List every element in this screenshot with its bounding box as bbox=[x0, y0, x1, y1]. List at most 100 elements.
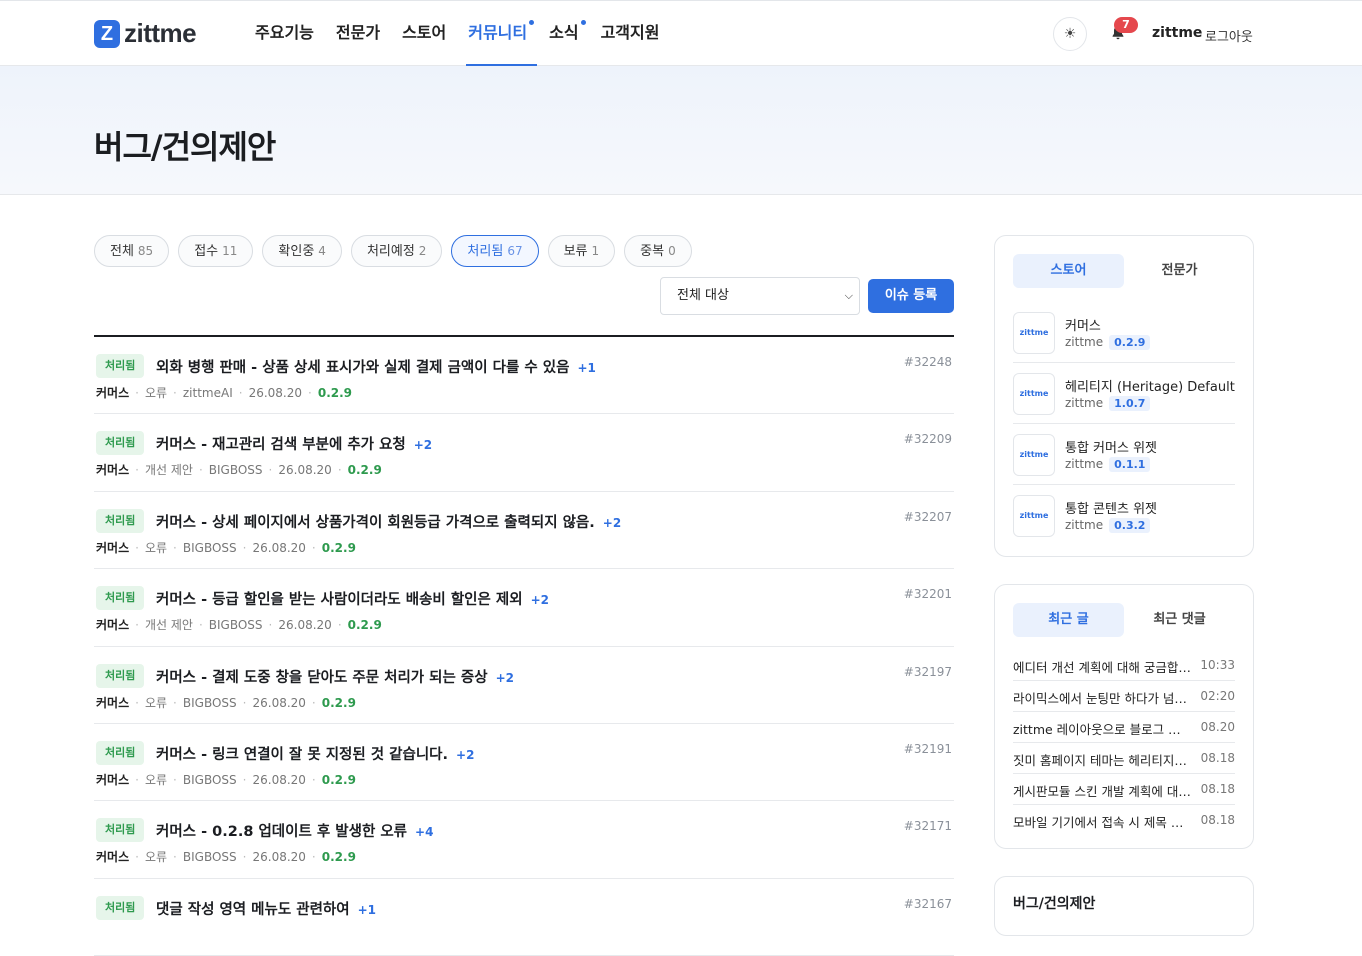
status-badge: 처리됨 bbox=[96, 895, 145, 920]
tab-store[interactable]: 스토어 bbox=[1013, 254, 1124, 288]
meta-separator: · bbox=[242, 772, 247, 787]
filter-count: 85 bbox=[137, 244, 154, 258]
nav-news[interactable]: 소식 bbox=[549, 1, 586, 66]
vote-count: +2 bbox=[495, 670, 514, 685]
issue-category: 커머스 bbox=[96, 618, 130, 633]
register-issue-button[interactable]: 이슈 등록 bbox=[868, 279, 954, 313]
nav-features[interactable]: 주요기능 bbox=[255, 1, 314, 66]
meta-separator: · bbox=[173, 540, 177, 555]
filter-label: 처리예정 bbox=[366, 244, 415, 259]
recent-post[interactable]: 짓미 홈페이지 테마는 헤리티지와 다른가요 08.18 bbox=[1013, 743, 1235, 774]
meta-separator: · bbox=[135, 695, 139, 710]
issue-row[interactable]: 처리됨 커머스 - 상세 페이지에서 상품가격이 회원등급 가격으로 출력되지 … bbox=[94, 492, 954, 570]
issue-meta: 커머스 · 개선 제안 · BIGBOSS · 26.08.20 · 0.2.9 bbox=[96, 461, 382, 478]
issue-title[interactable]: 외화 병행 판매 - 상품 상세 표시가와 실제 결제 금액이 다를 수 있음 +… bbox=[156, 356, 596, 377]
logout-link[interactable]: 로그아웃 bbox=[1205, 26, 1253, 45]
status-badge: 처리됨 bbox=[96, 740, 145, 765]
product-meta: zittme 0.1.1 bbox=[1065, 457, 1151, 472]
tab-experts[interactable]: 전문가 bbox=[1124, 254, 1235, 288]
logo[interactable]: Z zittme bbox=[94, 18, 197, 49]
product-item[interactable]: zittme 통합 콘텐츠 위젯 zittme 0.3.2 bbox=[1013, 485, 1235, 546]
page-title: 버그/건의제안 bbox=[94, 128, 276, 166]
meta-separator: · bbox=[173, 772, 177, 787]
product-item[interactable]: zittme 커머스 zittme 0.2.9 bbox=[1013, 302, 1235, 363]
recent-post-time: 02:20 bbox=[1200, 689, 1235, 703]
issue-title-text: 외화 병행 판매 - 상품 상세 표시가와 실제 결제 금액이 다를 수 있음 bbox=[156, 360, 570, 376]
tab-recent-posts[interactable]: 최근 글 bbox=[1013, 603, 1124, 637]
page-hero: 버그/건의제안 bbox=[0, 66, 1362, 195]
recent-post-title: 짓미 홈페이지 테마는 헤리티지와 다른가요 bbox=[1013, 753, 1191, 768]
product-meta: zittme 0.3.2 bbox=[1065, 518, 1151, 533]
recent-card-tabs: 최근 글 최근 댓글 bbox=[1013, 603, 1235, 637]
product-vendor: zittme bbox=[1065, 518, 1104, 532]
filter-all[interactable]: 전체 85 bbox=[94, 235, 170, 267]
issue-row[interactable]: 처리됨 커머스 - 0.2.8 업데이트 후 발생한 오류 +4 #32171 커… bbox=[94, 801, 954, 879]
board-card-title: 버그/건의제안 bbox=[1013, 896, 1096, 912]
filter-count: 11 bbox=[222, 244, 238, 258]
product-name: 헤리티지 (Heritage) Default bbox=[1065, 380, 1235, 395]
recent-post[interactable]: 라이믹스에서 눈팅만 하다가 넘어왔어요 02:20 bbox=[1013, 681, 1235, 712]
nav-store[interactable]: 스토어 bbox=[402, 1, 446, 66]
issue-title[interactable]: 커머스 - 등급 할인을 받는 사람이더라도 배송비 할인은 제외 +2 bbox=[156, 588, 549, 609]
filter-received[interactable]: 접수 11 bbox=[178, 235, 254, 267]
recent-post[interactable]: 게시판모듈 스킨 개발 계획에 대해 문의 08.18 bbox=[1013, 774, 1235, 805]
issue-type: 개선 제안 bbox=[144, 618, 193, 633]
meta-separator: · bbox=[173, 386, 177, 400]
status-badge: 처리됨 bbox=[96, 818, 145, 843]
recent-post[interactable]: 에디터 개선 계획에 대해 궁금합니다 10:33 bbox=[1013, 650, 1235, 681]
issue-meta: 커머스 · 오류 · BIGBOSS · 26.08.20 · 0.2.9 bbox=[96, 694, 356, 711]
product-meta: zittme 1.0.7 bbox=[1065, 396, 1151, 411]
recent-post-title: 라이믹스에서 눈팅만 하다가 넘어왔어요 bbox=[1013, 691, 1191, 706]
issue-row[interactable]: 처리됨 커머스 - 링크 연결이 잘 못 지정된 것 같습니다. +2 #3219… bbox=[94, 724, 954, 802]
issue-title[interactable]: 커머스 - 재고관리 검색 부분에 추가 요청 +2 bbox=[156, 433, 432, 454]
issue-title[interactable]: 댓글 작성 영역 메뉴도 관련하여 +1 bbox=[156, 898, 376, 919]
vote-count: +2 bbox=[530, 593, 549, 608]
issue-date: 26.08.20 bbox=[248, 386, 303, 400]
filter-checking[interactable]: 확인중 4 bbox=[262, 235, 342, 267]
tab-recent-comments[interactable]: 최근 댓글 bbox=[1124, 603, 1235, 637]
nav-news-label: 소식 bbox=[549, 23, 579, 42]
nav-support[interactable]: 고객지원 bbox=[601, 1, 660, 66]
issue-row[interactable]: 처리됨 커머스 - 재고관리 검색 부분에 추가 요청 +2 #32209 커머스… bbox=[94, 414, 954, 492]
theme-toggle-icon[interactable]: ☀ bbox=[1053, 17, 1087, 51]
nav-experts[interactable]: 전문가 bbox=[336, 1, 380, 66]
issue-row[interactable]: 처리됨 댓글 작성 영역 메뉴도 관련하여 +1 #32167 bbox=[94, 879, 954, 956]
issue-row[interactable]: 처리됨 외화 병행 판매 - 상품 상세 표시가와 실제 결제 금액이 다를 수… bbox=[94, 337, 954, 415]
recent-post[interactable]: zittme 레이아웃으로 블로그 적용기 08.20 bbox=[1013, 712, 1235, 743]
issue-author: BIGBOSS bbox=[182, 540, 237, 555]
meta-separator: · bbox=[173, 850, 177, 865]
issue-row[interactable]: 처리됨 커머스 - 결제 도중 창을 닫아도 주문 처리가 되는 증상 +2 #3… bbox=[94, 647, 954, 724]
target-select[interactable]: 전체 대상 ⌵ bbox=[660, 277, 860, 315]
issue-date: 26.08.20 bbox=[252, 772, 306, 787]
recent-post-title: 모바일 기기에서 접속 시 제목 글자 깨짐 bbox=[1013, 815, 1191, 830]
filter-planned[interactable]: 처리예정 2 bbox=[350, 235, 443, 267]
issue-title[interactable]: 커머스 - 링크 연결이 잘 못 지정된 것 같습니다. +2 bbox=[156, 743, 474, 764]
status-badge: 처리됨 bbox=[96, 354, 145, 378]
product-version: 1.0.7 bbox=[1109, 396, 1151, 411]
product-vendor: zittme bbox=[1065, 335, 1104, 349]
product-item[interactable]: zittme 통합 커머스 위젯 zittme 0.1.1 bbox=[1013, 424, 1235, 485]
product-item[interactable]: zittme 헤리티지 (Heritage) Default zittme 1.0… bbox=[1013, 363, 1235, 424]
issue-title-text: 댓글 작성 영역 메뉴도 관련하여 bbox=[156, 901, 350, 918]
user-name[interactable]: zittme bbox=[1152, 25, 1202, 41]
meta-separator: · bbox=[242, 540, 247, 555]
issue-title[interactable]: 커머스 - 결제 도중 창을 닫아도 주문 처리가 되는 증상 +2 bbox=[156, 666, 514, 687]
issue-number: #32167 bbox=[903, 896, 952, 911]
recent-post-title: 게시판모듈 스킨 개발 계획에 대해 문의 bbox=[1013, 784, 1191, 799]
issue-author: BIGBOSS bbox=[182, 695, 237, 710]
meta-separator: · bbox=[242, 695, 247, 710]
issue-date: 26.08.20 bbox=[278, 618, 332, 633]
meta-separator: · bbox=[311, 772, 316, 787]
issue-title[interactable]: 커머스 - 상세 페이지에서 상품가격이 회원등급 가격으로 출력되지 않음. +… bbox=[156, 511, 621, 532]
meta-separator: · bbox=[135, 386, 139, 400]
filter-resolved[interactable]: 처리됨 67 bbox=[451, 235, 539, 267]
filter-duplicate[interactable]: 중복 0 bbox=[624, 235, 692, 267]
nav-community[interactable]: 커뮤니티 bbox=[466, 1, 537, 66]
recent-post[interactable]: 모바일 기기에서 접속 시 제목 글자 깨짐 08.18 bbox=[1013, 805, 1235, 836]
issue-row[interactable]: 처리됨 커머스 - 등급 할인을 받는 사람이더라도 배송비 할인은 제외 +2 … bbox=[94, 569, 954, 647]
filter-onhold[interactable]: 보류 1 bbox=[547, 235, 616, 267]
issue-title[interactable]: 커머스 - 0.2.8 업데이트 후 발생한 오류 +4 bbox=[156, 820, 433, 841]
issue-author: BIGBOSS bbox=[182, 850, 237, 865]
issue-number: #32248 bbox=[903, 355, 952, 369]
issue-title-text: 커머스 - 등급 할인을 받는 사람이더라도 배송비 할인은 제외 bbox=[156, 592, 523, 609]
